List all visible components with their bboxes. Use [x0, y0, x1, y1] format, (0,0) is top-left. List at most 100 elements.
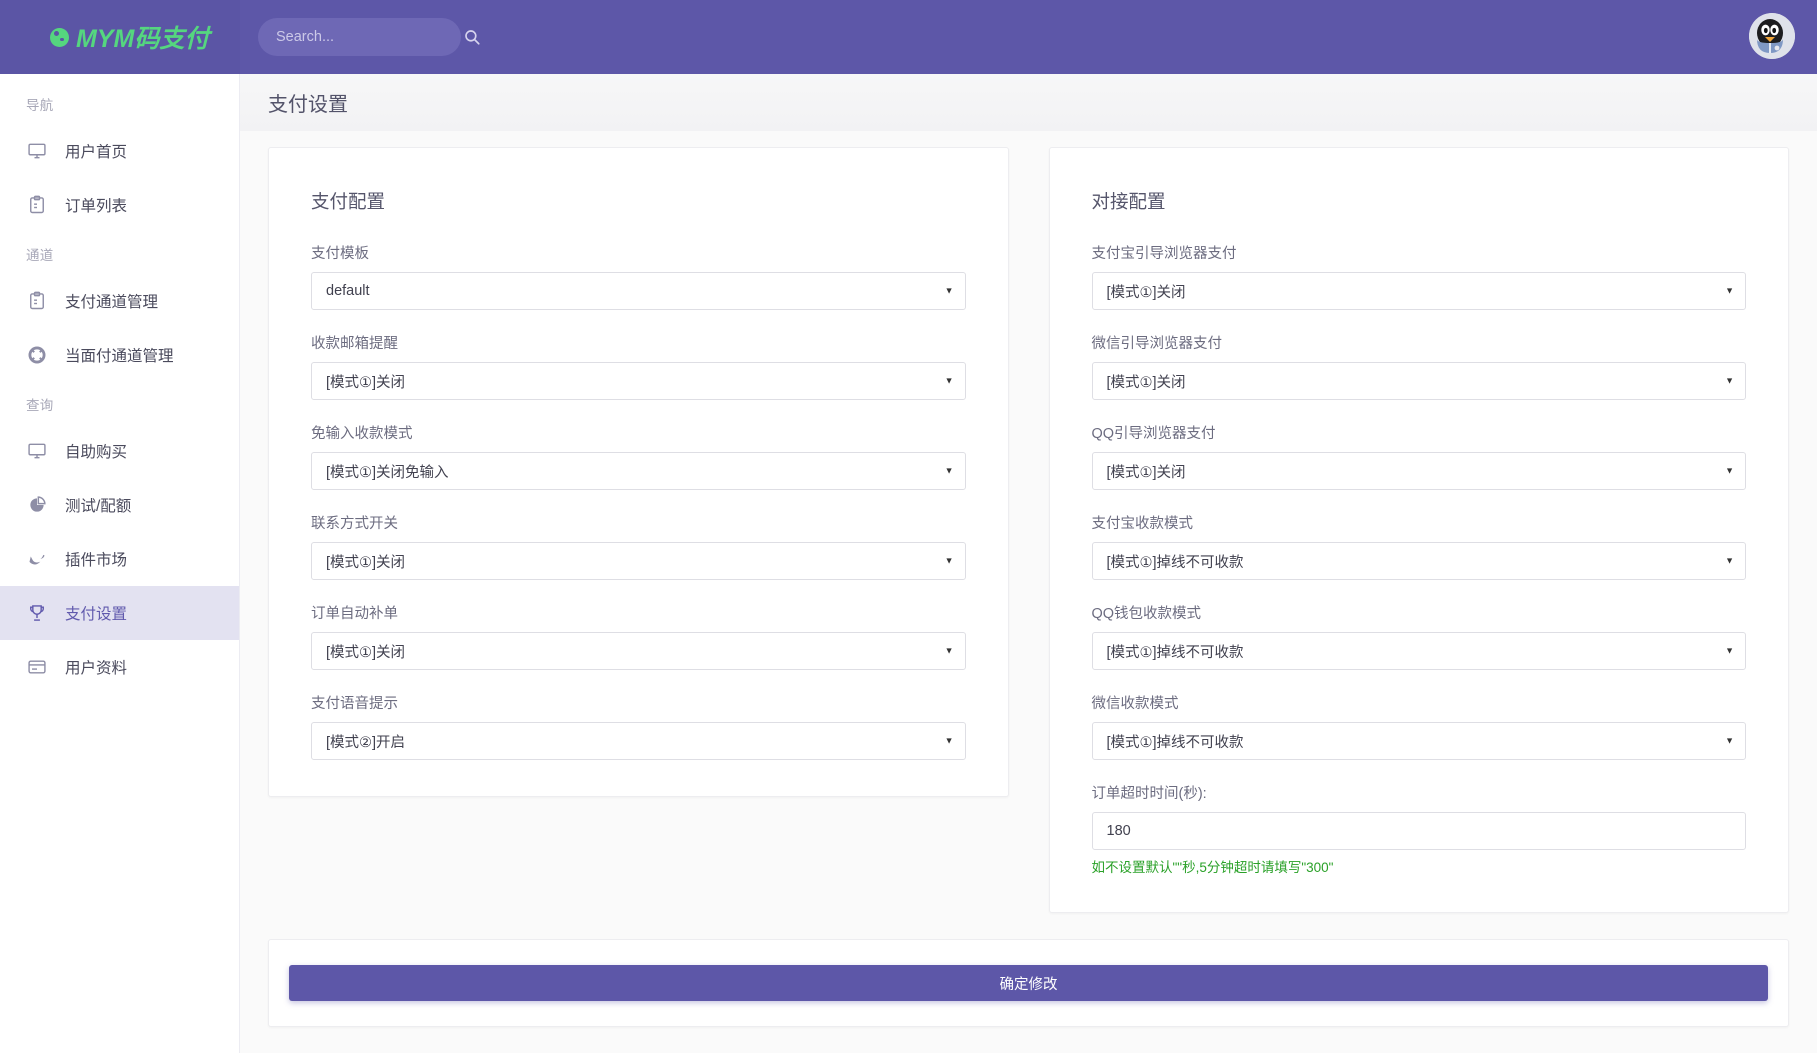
chevron-down-icon: ▼: [945, 647, 954, 656]
input-value: 180: [1107, 823, 1131, 839]
email-reminder-select[interactable]: [模式①]关闭 ▼: [311, 362, 966, 400]
sidebar-group-title: 查询: [0, 382, 239, 424]
auto-replenish-select[interactable]: [模式①]关闭 ▼: [311, 632, 966, 670]
chevron-down-icon: ▼: [1725, 737, 1734, 746]
select-value: default: [326, 283, 370, 299]
chevron-down-icon: ▼: [945, 557, 954, 566]
chevron-down-icon: ▼: [1725, 467, 1734, 476]
sidebar-item-label: 自助购买: [65, 440, 127, 462]
voice-prompt-select[interactable]: [模式②]开启 ▼: [311, 722, 966, 760]
qq-browser-guide-select[interactable]: [模式①]关闭 ▼: [1092, 452, 1747, 490]
field-payment-template: 支付模板 default ▼: [311, 242, 966, 310]
field-wechat-receive-mode: 微信收款模式 [模式①]掉线不可收款 ▼: [1092, 692, 1747, 760]
sidebar-item-face-to-face-channel[interactable]: 当面付通道管理: [0, 328, 239, 382]
submit-card: 确定修改: [268, 939, 1789, 1027]
field-label: 订单自动补单: [311, 602, 966, 623]
qq-penguin-avatar: [1749, 13, 1795, 59]
sidebar-item-label: 用户首页: [65, 140, 127, 162]
sidebar-item-self-purchase[interactable]: 自助购买: [0, 424, 239, 478]
field-contact-switch: 联系方式开关 [模式①]关闭 ▼: [311, 512, 966, 580]
field-label: QQ引导浏览器支付: [1092, 422, 1747, 443]
chevron-down-icon: ▼: [945, 737, 954, 746]
sidebar-item-plugin-market[interactable]: 插件市场: [0, 532, 239, 586]
wechat-browser-guide-select[interactable]: [模式①]关闭 ▼: [1092, 362, 1747, 400]
field-label: 订单超时时间(秒):: [1092, 782, 1747, 803]
payment-config-card: 支付配置 支付模板 default ▼ 收款邮箱提醒 [模式①]关闭 ▼: [268, 147, 1009, 797]
sidebar-group-title: 通道: [0, 232, 239, 274]
chevron-down-icon: ▼: [1725, 287, 1734, 296]
select-value: [模式①]关闭: [1107, 371, 1186, 392]
clipboard-icon: [26, 291, 47, 312]
content-area: 支付配置 支付模板 default ▼ 收款邮箱提醒 [模式①]关闭 ▼: [240, 131, 1817, 1027]
alipay-receive-mode-select[interactable]: [模式①]掉线不可收款 ▼: [1092, 542, 1747, 580]
field-qq-wallet-receive-mode: QQ钱包收款模式 [模式①]掉线不可收款 ▼: [1092, 602, 1747, 670]
select-value: [模式①]关闭: [326, 641, 405, 662]
field-label: 支付模板: [311, 242, 966, 263]
search-icon[interactable]: [463, 28, 481, 46]
card-title: 对接配置: [1092, 188, 1747, 214]
no-input-mode-select[interactable]: [模式①]关闭免输入 ▼: [311, 452, 966, 490]
field-no-input-mode: 免输入收款模式 [模式①]关闭免输入 ▼: [311, 422, 966, 490]
qq-wallet-receive-mode-select[interactable]: [模式①]掉线不可收款 ▼: [1092, 632, 1747, 670]
field-qq-browser-guide: QQ引导浏览器支付 [模式①]关闭 ▼: [1092, 422, 1747, 490]
chevron-down-icon: ▼: [945, 287, 954, 296]
card-title: 支付配置: [311, 188, 966, 214]
contact-switch-select[interactable]: [模式①]关闭 ▼: [311, 542, 966, 580]
search-input[interactable]: [276, 18, 463, 56]
trophy-icon: [26, 603, 47, 624]
select-value: [模式②]开启: [326, 731, 405, 752]
brand-text: MYM码支付: [76, 19, 209, 55]
field-voice-prompt: 支付语音提示 [模式②]开启 ▼: [311, 692, 966, 760]
order-timeout-input[interactable]: 180: [1092, 812, 1747, 850]
sidebar-item-payment-settings[interactable]: 支付设置: [0, 586, 239, 640]
field-label: 微信引导浏览器支付: [1092, 332, 1747, 353]
life-ring-icon: [26, 345, 47, 366]
search-box[interactable]: [258, 18, 461, 56]
chevron-down-icon: ▼: [1725, 377, 1734, 386]
sidebar-item-test-quota[interactable]: 测试/配额: [0, 478, 239, 532]
sidebar-item-user-home[interactable]: 用户首页: [0, 124, 239, 178]
order-timeout-hint: 如不设置默认""秒,5分钟超时请填写"300": [1092, 856, 1747, 876]
select-value: [模式①]掉线不可收款: [1107, 731, 1244, 752]
select-value: [模式①]关闭: [1107, 281, 1186, 302]
confirm-modify-button[interactable]: 确定修改: [289, 965, 1768, 1001]
sidebar-item-label: 支付设置: [65, 602, 127, 624]
bowling-ball-icon: [50, 28, 69, 47]
field-wechat-browser-guide: 微信引导浏览器支付 [模式①]关闭 ▼: [1092, 332, 1747, 400]
brand-logo[interactable]: MYM码支付: [0, 0, 240, 74]
select-value: [模式①]关闭: [326, 371, 405, 392]
payment-template-select[interactable]: default ▼: [311, 272, 966, 310]
avatar[interactable]: [1749, 13, 1795, 59]
sidebar-item-label: 当面付通道管理: [65, 344, 174, 366]
sidebar-item-payment-channel[interactable]: 支付通道管理: [0, 274, 239, 328]
field-alipay-browser-guide: 支付宝引导浏览器支付 [模式①]关闭 ▼: [1092, 242, 1747, 310]
field-label: 支付宝引导浏览器支付: [1092, 242, 1747, 263]
sidebar-item-label: 测试/配额: [65, 494, 131, 516]
field-order-timeout: 订单超时时间(秒): 180 如不设置默认""秒,5分钟超时请填写"300": [1092, 782, 1747, 876]
sidebar-group-title: 导航: [0, 82, 239, 124]
sidebar-item-label: 插件市场: [65, 548, 127, 570]
sidebar-item-label: 用户资料: [65, 656, 127, 678]
alipay-browser-guide-select[interactable]: [模式①]关闭 ▼: [1092, 272, 1747, 310]
sidebar-item-order-list[interactable]: 订单列表: [0, 178, 239, 232]
sidebar-item-user-profile[interactable]: 用户资料: [0, 640, 239, 694]
field-alipay-receive-mode: 支付宝收款模式 [模式①]掉线不可收款 ▼: [1092, 512, 1747, 580]
chevron-down-icon: ▼: [945, 377, 954, 386]
sidebar-item-label: 订单列表: [65, 194, 127, 216]
field-label: 支付语音提示: [311, 692, 966, 713]
field-email-reminder: 收款邮箱提醒 [模式①]关闭 ▼: [311, 332, 966, 400]
page-header: 支付设置: [240, 74, 1817, 131]
wechat-receive-mode-select[interactable]: [模式①]掉线不可收款 ▼: [1092, 722, 1747, 760]
field-label: 联系方式开关: [311, 512, 966, 533]
main-content: 支付设置 支付配置 支付模板 default ▼ 收款邮箱提醒 [模式①]关闭: [240, 74, 1817, 1053]
desktop-icon: [26, 141, 47, 162]
clipboard-icon: [26, 195, 47, 216]
field-label: 微信收款模式: [1092, 692, 1747, 713]
select-value: [模式①]关闭: [326, 551, 405, 572]
field-label: QQ钱包收款模式: [1092, 602, 1747, 623]
field-label: 收款邮箱提醒: [311, 332, 966, 353]
chevron-down-icon: ▼: [945, 467, 954, 476]
sidebar: 导航 用户首页 订单列表 通道 支付通道管理: [0, 74, 240, 1053]
select-value: [模式①]关闭免输入: [326, 461, 449, 482]
field-label: 免输入收款模式: [311, 422, 966, 443]
